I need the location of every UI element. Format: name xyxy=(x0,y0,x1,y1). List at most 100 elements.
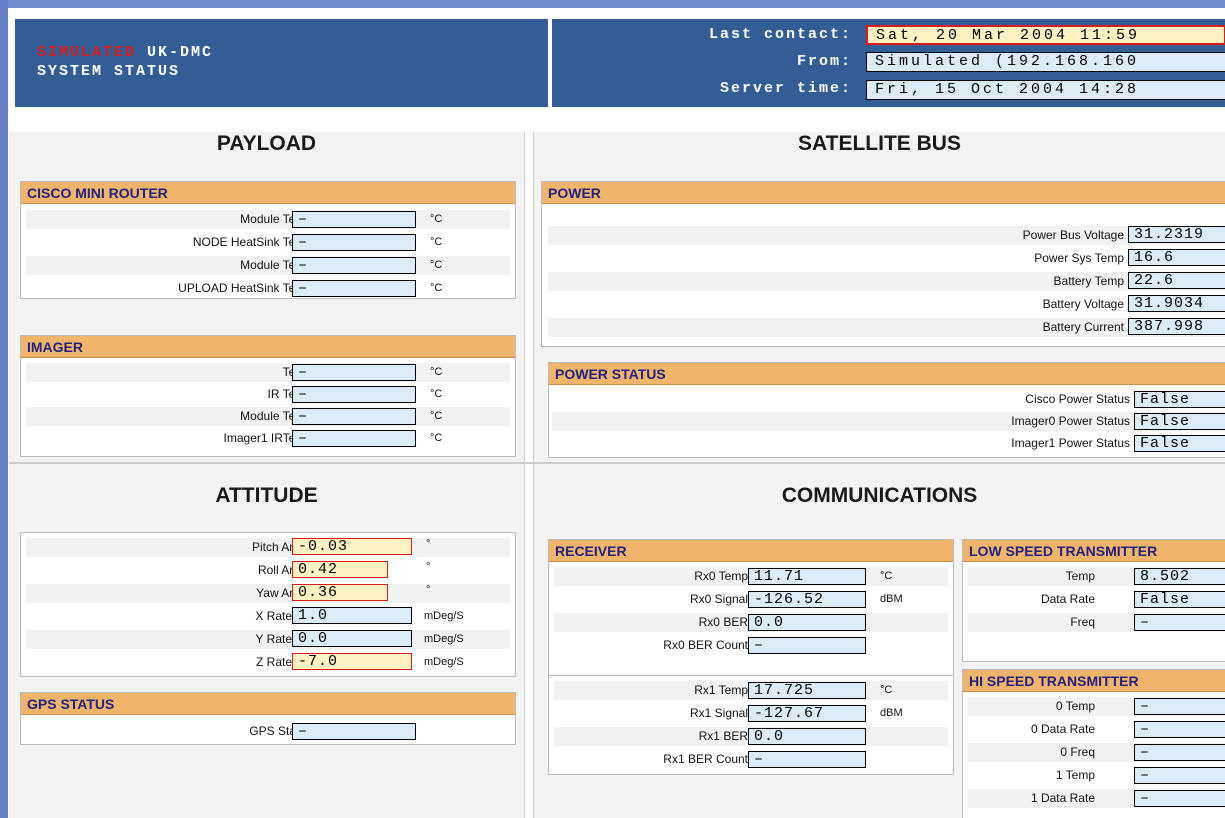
field-label: Battery Voltage xyxy=(1042,297,1124,311)
list-item: 1 Temp – xyxy=(968,766,1225,785)
simulated-label: SIMULATED xyxy=(37,44,137,61)
imager1-irtemp-field[interactable]: – xyxy=(292,430,416,447)
list-item: Power Sys Temp 16.6 xyxy=(548,249,1225,268)
list-item: Temp – °C xyxy=(26,363,510,382)
field-label: Rx1 BER Count xyxy=(663,752,748,766)
attitude-title: ATTITUDE xyxy=(215,484,318,507)
battery-current-field[interactable]: 387.998 xyxy=(1128,318,1225,335)
rx0-ber-field[interactable]: 0.0 xyxy=(748,614,866,631)
unit-label: °C xyxy=(430,259,443,271)
list-item: Data Rate False xyxy=(968,590,1225,609)
ir-temp-field[interactable]: – xyxy=(292,386,416,403)
list-item: IR Temp – °C xyxy=(26,385,510,404)
receiver-heading: RECEIVER xyxy=(549,540,953,562)
rx1-temp-field[interactable]: 17.725 xyxy=(748,682,866,699)
low-speed-freq-field[interactable]: – xyxy=(1134,614,1225,631)
imager-heading: IMAGER xyxy=(21,336,515,358)
yaw-angle-field[interactable]: 0.36 xyxy=(292,584,388,601)
upload-heatsink-temp-field[interactable]: – xyxy=(292,280,416,297)
module-temp-field[interactable]: – xyxy=(292,408,416,425)
low-speed-data-rate-field[interactable]: False xyxy=(1134,591,1225,608)
hi-speed-1-data-rate-field[interactable]: – xyxy=(1134,790,1225,807)
field-label: 0 Data Rate xyxy=(1030,722,1095,736)
rx0-signal-field[interactable]: -126.52 xyxy=(748,591,866,608)
unit-label: ° xyxy=(426,538,431,550)
cisco-power-status-field[interactable]: False xyxy=(1134,391,1225,408)
rx0-temp-field[interactable]: 11.71 xyxy=(748,568,866,585)
gps-rows: GPS Status – xyxy=(26,722,510,741)
from-label: From: xyxy=(796,53,852,70)
battery-temp-field[interactable]: 22.6 xyxy=(1128,272,1225,289)
list-item: Power Bus Voltage 31.2319 xyxy=(548,226,1225,245)
imager-temp-field[interactable]: – xyxy=(292,364,416,381)
hi-speed-1-temp-field[interactable]: – xyxy=(1134,767,1225,784)
rx0-ber-count-field[interactable]: – xyxy=(748,637,866,654)
imager0-power-status-field[interactable]: False xyxy=(1134,413,1225,430)
hi-speed-0-temp-field[interactable]: – xyxy=(1134,698,1225,715)
window-top-border xyxy=(0,0,1225,8)
list-item: Freq – xyxy=(968,613,1225,632)
low-speed-temp-field[interactable]: 8.502 xyxy=(1134,568,1225,585)
gps-heading: GPS STATUS xyxy=(21,693,515,715)
list-item: X Rate 1.0 mDeg/S xyxy=(26,607,510,626)
power-status-rows: Cisco Power Status False Imager0 Power S… xyxy=(552,390,1225,453)
x-rate-field[interactable]: 1.0 xyxy=(292,607,412,624)
list-item: 0 Freq – xyxy=(968,743,1225,762)
title-subtitle: SYSTEM STATUS xyxy=(37,63,181,80)
z-rate-field[interactable]: -7.0 xyxy=(292,653,412,670)
list-item: Pitch Angle -0.03 ° xyxy=(26,538,510,557)
field-label: Battery Current xyxy=(1042,320,1124,334)
unit-label: °C xyxy=(430,410,443,422)
hi-speed-0-data-rate-field[interactable]: – xyxy=(1134,721,1225,738)
hi-speed-rows: 0 Temp – 0 Data Rate – 0 Freq – 1 Temp –… xyxy=(968,697,1225,808)
unit-label: °C xyxy=(880,684,893,696)
module-temp-field[interactable]: – xyxy=(292,257,416,274)
field-label: 0 Freq xyxy=(1060,745,1095,759)
field-label: Imager0 Power Status xyxy=(1011,414,1130,428)
window-left-border xyxy=(0,0,8,818)
unit-label: °C xyxy=(430,213,443,225)
field-label: Rx0 Temp xyxy=(694,569,748,583)
battery-voltage-field[interactable]: 31.9034 xyxy=(1128,295,1225,312)
rx1-ber-count-field[interactable]: – xyxy=(748,751,866,768)
pitch-angle-field[interactable]: -0.03 xyxy=(292,538,412,555)
rx1-signal-field[interactable]: -127.67 xyxy=(748,705,866,722)
last-contact-value: Sat, 20 Mar 2004 11:59 xyxy=(866,25,1225,45)
field-label: 0 Temp xyxy=(1055,699,1095,713)
unit-label: °C xyxy=(430,432,443,444)
list-item: Battery Temp 22.6 xyxy=(548,272,1225,291)
field-label: Freq xyxy=(1070,615,1095,629)
field-label: Temp xyxy=(1065,569,1095,583)
power-heading: POWER xyxy=(542,182,1225,204)
unit-label: °C xyxy=(430,282,443,294)
power-bus-voltage-field[interactable]: 31.2319 xyxy=(1128,226,1225,243)
unit-label: mDeg/S xyxy=(424,656,464,668)
from-value: Simulated (192.168.160 xyxy=(866,52,1225,72)
list-item: Y Rate 0.0 mDeg/S xyxy=(26,630,510,649)
gps-status-field[interactable]: – xyxy=(292,723,416,740)
roll-angle-field[interactable]: 0.42 xyxy=(292,561,388,578)
unit-label: mDeg/S xyxy=(424,610,464,622)
imager1-power-status-field[interactable]: False xyxy=(1134,435,1225,452)
list-item: Rx1 BER 0.0 xyxy=(554,727,948,746)
field-label: 1 Temp xyxy=(1055,768,1095,782)
list-item: Rx0 BER Count – xyxy=(554,636,948,655)
power-sys-temp-field[interactable]: 16.6 xyxy=(1128,249,1225,266)
list-item: Temp 8.502 xyxy=(968,567,1225,586)
y-rate-field[interactable]: 0.0 xyxy=(292,630,412,647)
module-temp-field[interactable]: – xyxy=(292,211,416,228)
page-title: SIMULATED UK-DMC SYSTEM STATUS xyxy=(37,43,213,81)
hi-speed-0-freq-field[interactable]: – xyxy=(1134,744,1225,761)
field-label: Rx1 Signal xyxy=(689,706,748,720)
list-item: Rx0 BER 0.0 xyxy=(554,613,948,632)
rx1-ber-field[interactable]: 0.0 xyxy=(748,728,866,745)
list-item: Battery Voltage 31.9034 xyxy=(548,295,1225,314)
field-label: Rx0 BER Count xyxy=(663,638,748,652)
field-label: Imager1 Power Status xyxy=(1011,436,1130,450)
field-label: Data Rate xyxy=(1040,592,1095,606)
field-label: Rx1 Temp xyxy=(694,683,748,697)
list-item: Module Temp – °C xyxy=(26,407,510,426)
list-item: NODE HeatSink Temp – °C xyxy=(26,233,510,252)
title-system-name: UK-DMC xyxy=(136,44,214,61)
node-heatsink-temp-field[interactable]: – xyxy=(292,234,416,251)
